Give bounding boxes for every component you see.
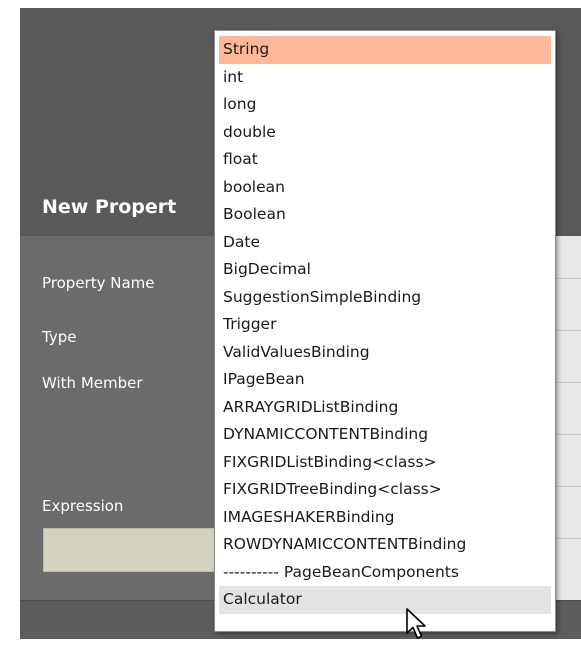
type-dropdown-list[interactable]: String int long double float boolean Boolean Da… — [214, 30, 556, 632]
dropdown-option[interactable]: FIXGRIDListBinding<class> — [219, 449, 551, 477]
dropdown-option[interactable]: ARRAYGRIDListBinding — [219, 394, 551, 422]
dropdown-option[interactable]: IMAGESHAKERBinding — [219, 504, 551, 532]
dropdown-option[interactable]: boolean — [219, 174, 551, 202]
dialog-title: New Propert — [42, 196, 177, 218]
dropdown-option[interactable]: IPageBean — [219, 366, 551, 394]
screen: New Propert Property Name Type With Memb… — [0, 0, 581, 648]
dropdown-option[interactable]: String — [219, 36, 551, 64]
divider — [553, 382, 581, 383]
mouse-pointer-icon — [406, 608, 430, 646]
expression-input[interactable] — [43, 528, 223, 572]
with-member-label: With Member — [42, 374, 143, 392]
expression-label: Expression — [42, 497, 124, 515]
dropdown-option[interactable]: long — [219, 91, 551, 119]
type-label: Type — [42, 328, 77, 346]
dropdown-option[interactable]: ValidValuesBinding — [219, 339, 551, 367]
dropdown-option[interactable]: ROWDYNAMICCONTENTBinding — [219, 531, 551, 559]
divider — [553, 486, 581, 487]
property-name-label: Property Name — [42, 274, 155, 292]
dropdown-option[interactable]: double — [219, 119, 551, 147]
dropdown-option[interactable]: float — [219, 146, 551, 174]
dropdown-option[interactable]: Trigger — [219, 311, 551, 339]
divider — [553, 538, 581, 539]
divider — [553, 278, 581, 279]
dropdown-option[interactable]: FIXGRIDTreeBinding<class> — [219, 476, 551, 504]
dropdown-option[interactable]: Calculator — [219, 586, 551, 614]
type-options: String int long double float boolean Boolean Da… — [215, 31, 555, 614]
dropdown-option[interactable]: DYNAMICCONTENTBinding — [219, 421, 551, 449]
divider — [553, 330, 581, 331]
dropdown-option[interactable]: BigDecimal — [219, 256, 551, 284]
dropdown-option[interactable]: Boolean — [219, 201, 551, 229]
dropdown-option[interactable]: int — [219, 64, 551, 92]
dropdown-option[interactable]: Date — [219, 229, 551, 257]
divider — [553, 434, 581, 435]
dropdown-option[interactable]: SuggestionSimpleBinding — [219, 284, 551, 312]
background-panel — [553, 236, 581, 600]
dropdown-option[interactable]: ---------- PageBeanComponents — [219, 559, 551, 587]
